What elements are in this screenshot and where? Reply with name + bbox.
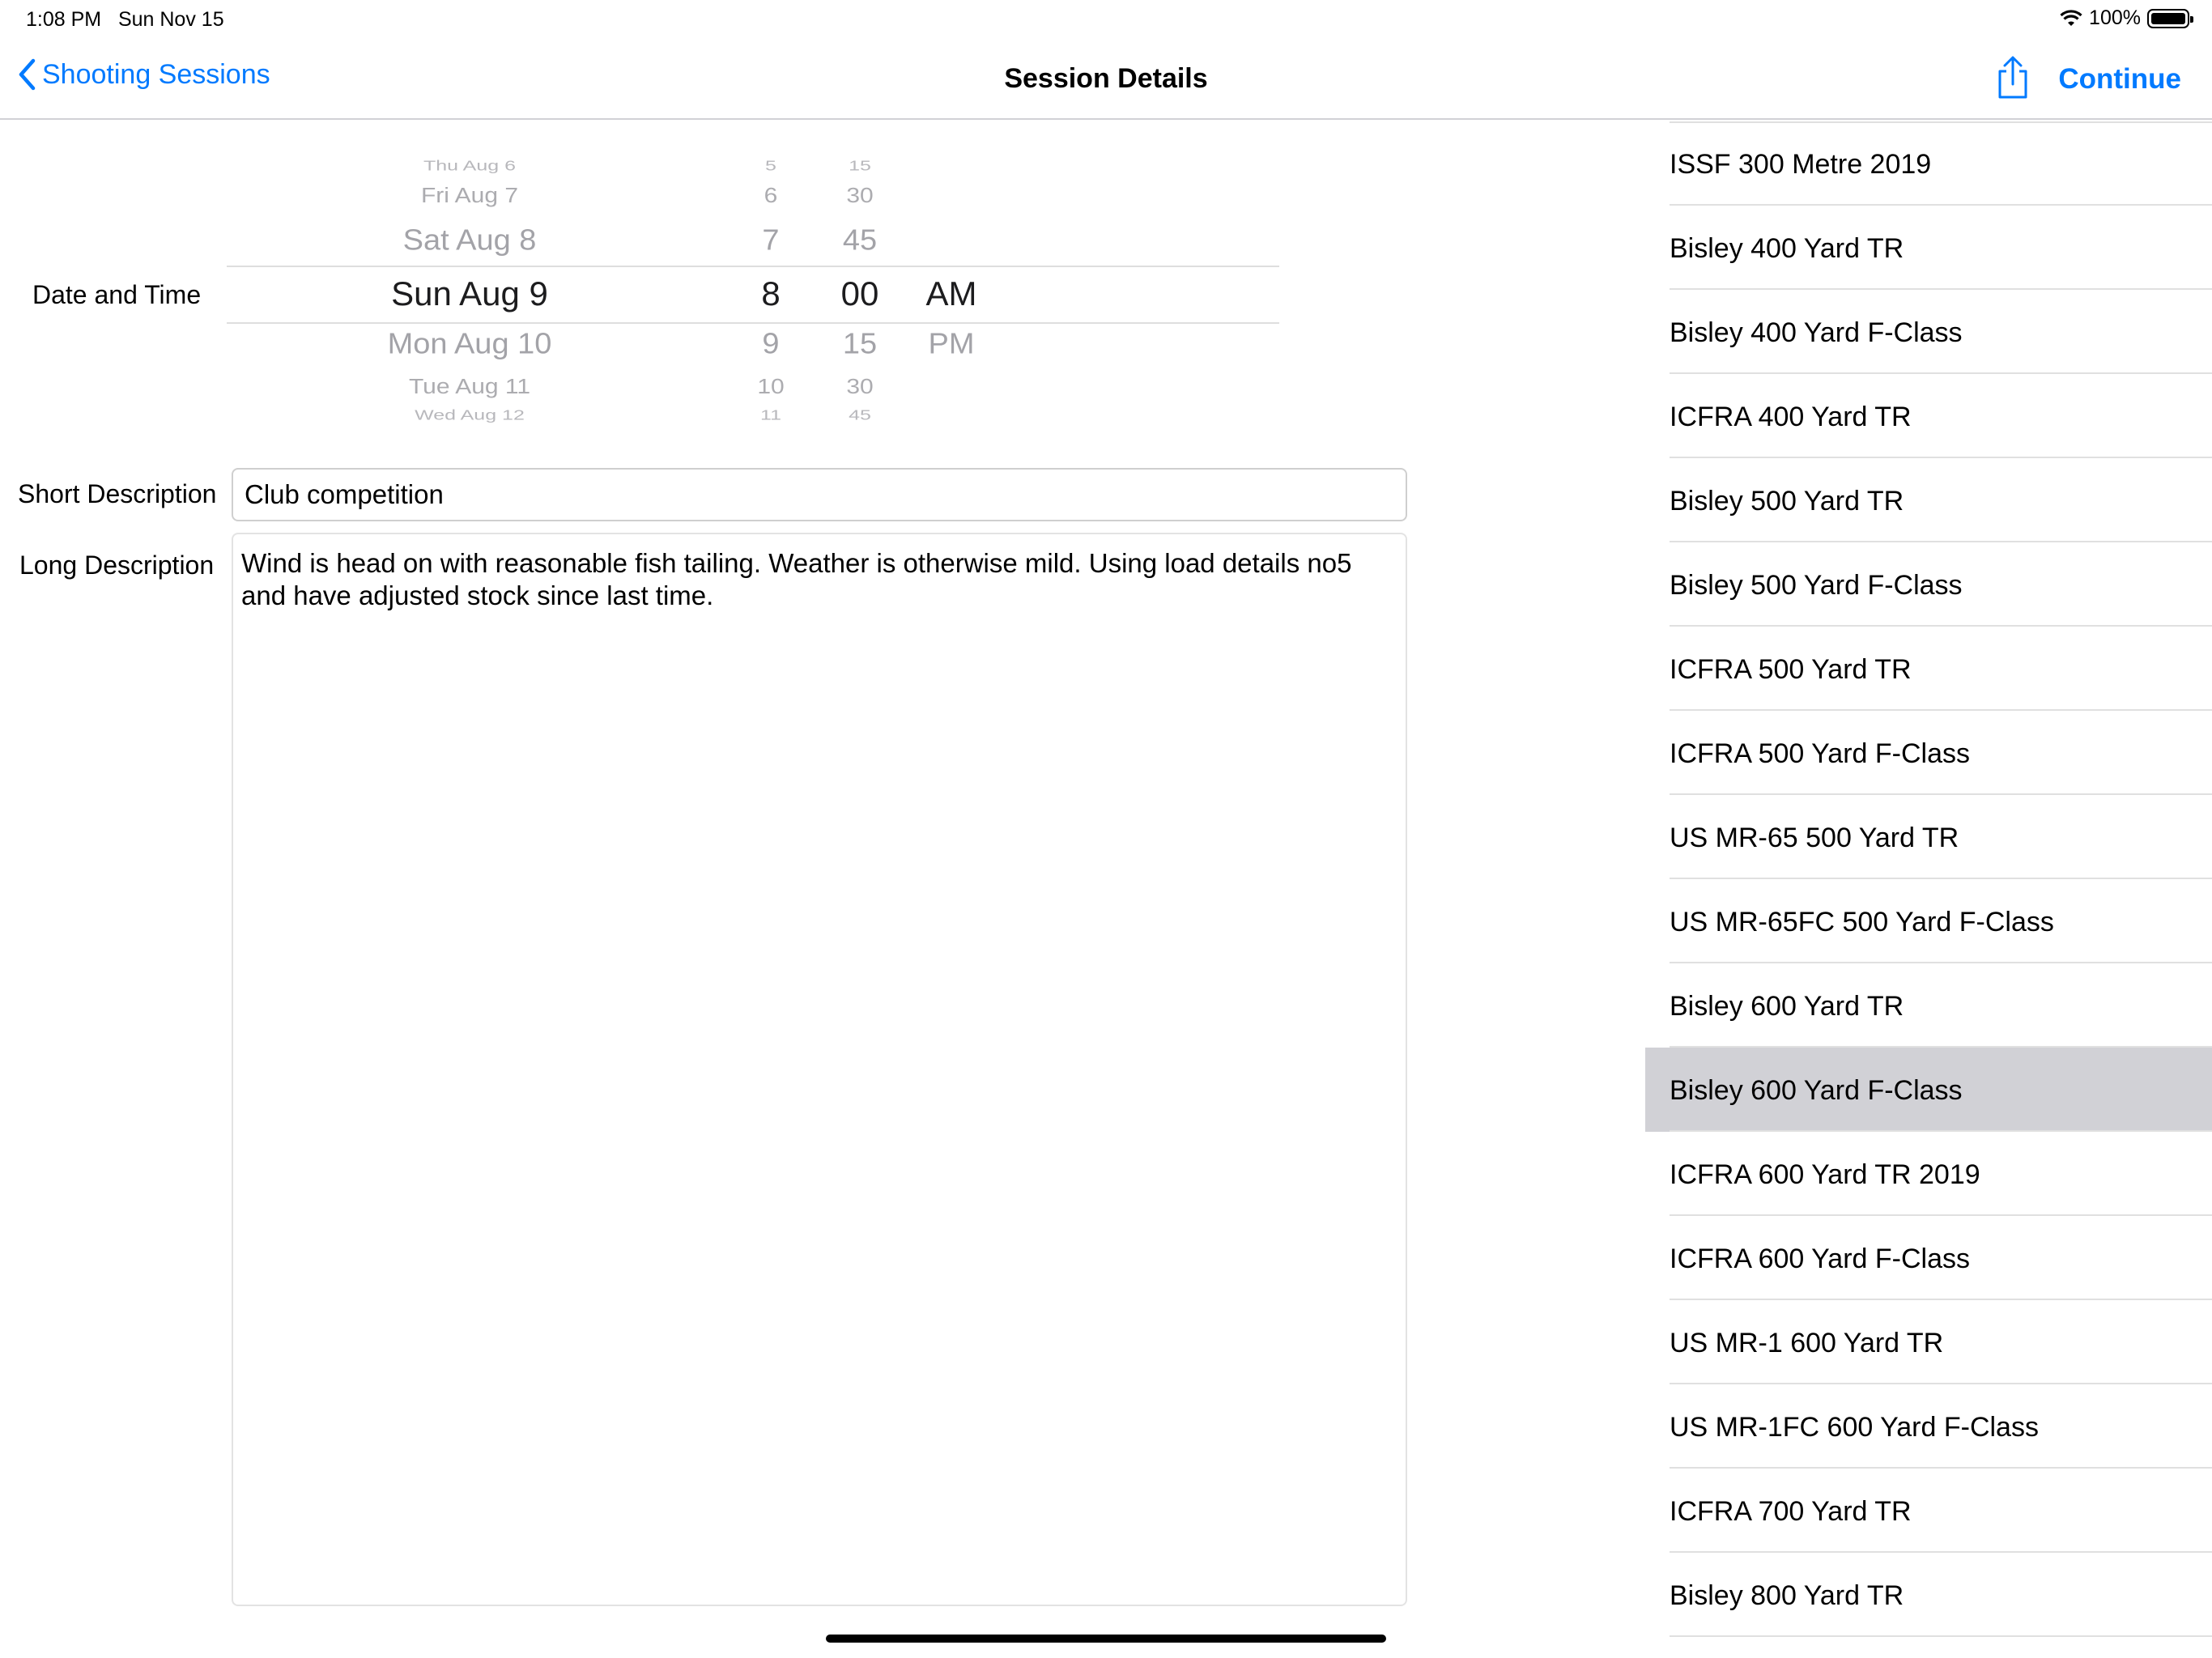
list-item[interactable]: Bisley 400 Yard F-Class (1645, 290, 2212, 374)
list-item[interactable]: US MR-1 600 Yard TR (1645, 1300, 2212, 1384)
list-item-label: ICFRA 600 Yard TR 2019 (1670, 1159, 1980, 1190)
wifi-icon (2060, 9, 2082, 26)
list-item[interactable]: US MR-65 500 Yard TR (1645, 795, 2212, 879)
picker-minute: 00 (840, 274, 879, 312)
list-item-label: Bisley 600 Yard F-Class (1670, 1075, 1963, 1106)
list-item[interactable]: ICFRA 500 Yard F-Class (1645, 711, 2212, 795)
picker-minute: 30 (846, 376, 874, 399)
status-indicators: 100% (2060, 6, 2193, 30)
list-item[interactable]: US MR-65FC 500 Yard F-Class (1645, 879, 2212, 963)
list-item-label: US MR-65FC 500 Yard F-Class (1670, 907, 2054, 937)
picker-date: Sun Aug 9 (391, 274, 548, 312)
picker-date: Tue Aug 11 (408, 376, 531, 399)
page-title: Session Details (1004, 63, 1208, 94)
picker-hour: 5 (765, 158, 776, 174)
list-item[interactable]: ICFRA 500 Yard TR (1645, 627, 2212, 711)
status-clock: 1:08 PM (26, 8, 102, 31)
picker-date: Thu Aug 6 (423, 158, 516, 174)
list-item[interactable]: Bisley 600 Yard TR (1645, 963, 2212, 1048)
status-time: 1:08 PM Sun Nov 15 (26, 8, 224, 32)
list-item-label: US MR-1 600 Yard TR (1670, 1328, 1944, 1358)
list-item-label: ICFRA 500 Yard F-Class (1670, 738, 1970, 769)
list-item-label: US MR-65 500 Yard TR (1670, 823, 1959, 853)
picker-minute: 15 (842, 328, 878, 361)
home-indicator (826, 1635, 1386, 1643)
short-description-field[interactable]: Club competition (232, 468, 1407, 521)
picker-ampm: AM (925, 274, 977, 312)
long-description-label: Long Description (19, 551, 215, 580)
list-item[interactable]: Bisley 800 Yard TR (1645, 1553, 2212, 1637)
list-item[interactable]: ICFRA 600 Yard F-Class (1645, 1216, 2212, 1300)
picker-hour: 11 (760, 407, 781, 423)
picker-minute: 45 (849, 407, 871, 423)
list-item[interactable]: Bisley 500 Yard TR (1645, 458, 2212, 542)
picker-date: Mon Aug 10 (387, 328, 552, 361)
list-top-separator (1670, 121, 2212, 123)
status-date: Sun Nov 15 (117, 8, 224, 31)
list-item[interactable]: ICFRA 600 Yard TR 2019 (1645, 1132, 2212, 1216)
list-item[interactable]: ICFRA 700 Yard TR (1645, 1469, 2212, 1553)
long-description-field[interactable]: Wind is head on with reasonable fish tai… (232, 533, 1407, 1606)
date-time-label: Date and Time (32, 280, 202, 309)
picker-date: Fri Aug 7 (420, 185, 519, 208)
picker-hour: 6 (764, 185, 778, 208)
picker-minute: 30 (846, 185, 874, 208)
course-list[interactable]: ISSF 300 Metre 2019 Bisley 400 Yard TR Bis… (1645, 121, 2212, 1658)
picker-ampm: PM (928, 328, 975, 361)
share-icon (1998, 56, 2027, 99)
picker-selection-bottom-line (227, 322, 1279, 324)
picker-minute: 45 (842, 224, 878, 257)
list-separator (1670, 1635, 2212, 1637)
list-item-label: US MR-1FC 600 Yard F-Class (1670, 1412, 2039, 1443)
battery-percent: 100% (2089, 6, 2141, 29)
picker-selection-top-line (227, 266, 1279, 267)
picker-date: Sat Aug 8 (402, 224, 537, 257)
picker-hour: 10 (757, 376, 785, 399)
list-item[interactable]: Bisley 500 Yard F-Class (1645, 542, 2212, 627)
list-item[interactable]: Bisley 600 Yard F-Class (1645, 1048, 2212, 1132)
picker-minute: 15 (849, 158, 871, 174)
picker-hour: 7 (762, 224, 780, 257)
list-item[interactable]: Bisley 400 Yard TR (1645, 206, 2212, 290)
list-item-label: ICFRA 500 Yard TR (1670, 654, 1912, 685)
list-item[interactable]: US MR-1FC 600 Yard F-Class (1645, 1384, 2212, 1469)
list-item[interactable]: ICFRA 400 Yard TR (1645, 374, 2212, 458)
list-item-label: ICFRA 700 Yard TR (1670, 1496, 1912, 1527)
list-item-label: Bisley 400 Yard TR (1670, 233, 1904, 264)
continue-button[interactable]: Continue (2058, 63, 2181, 96)
list-item-label: Bisley 600 Yard TR (1670, 991, 1904, 1022)
list-item-label: Bisley 800 Yard TR (1670, 1580, 1904, 1611)
battery-icon (2147, 8, 2193, 28)
list-item-label: ICFRA 600 Yard F-Class (1670, 1244, 1970, 1274)
list-item-label: Bisley 500 Yard TR (1670, 486, 1904, 517)
share-button[interactable] (1993, 55, 2032, 104)
picker-hour: 9 (762, 328, 780, 361)
list-item-label: Bisley 400 Yard F-Class (1670, 317, 1963, 348)
list-item-label: Bisley 500 Yard F-Class (1670, 570, 1963, 601)
date-time-picker[interactable]: Wed Aug 5400Thu Aug 6515Fri Aug 7630Sat … (227, 142, 1279, 437)
list-item[interactable]: ISSF 300 Metre 2019 (1645, 121, 2212, 206)
picker-hour: 8 (761, 274, 781, 312)
picker-date: Wed Aug 12 (415, 407, 525, 423)
navigation-bar: Shooting Sessions Session Details Contin… (0, 40, 2212, 120)
list-item-label: ISSF 300 Metre 2019 (1670, 149, 1932, 180)
short-description-label: Short Description (18, 479, 217, 508)
list-item-label: ICFRA 400 Yard TR (1670, 402, 1912, 432)
